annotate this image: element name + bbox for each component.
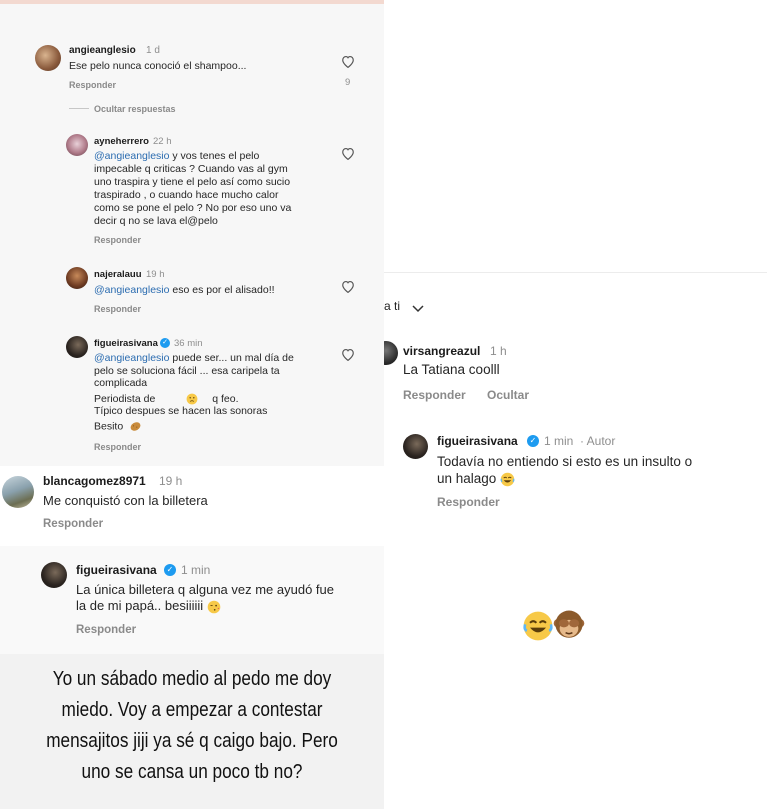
- comment-text: @angieanglesio puede ser... un mal día d…: [94, 352, 294, 432]
- comment-text: Todavía no entiendo si esto es un insult…: [437, 454, 693, 487]
- comment-text: @angieanglesio eso es por el alisado!!: [94, 284, 275, 296]
- avatar[interactable]: [35, 45, 61, 71]
- screenshot-comment-thread: angieanglesio 1 d Ese pelo nunca conoció…: [0, 0, 384, 468]
- blank-area: [384, 0, 767, 272]
- avatar[interactable]: [66, 134, 88, 156]
- avatar[interactable]: [384, 341, 398, 365]
- heart-icon[interactable]: [341, 280, 355, 298]
- comment-text: La Tatiana coolll: [403, 362, 500, 377]
- comment-username[interactable]: figueirasivana: [94, 338, 158, 349]
- mention-link[interactable]: @angieanglesio: [94, 284, 169, 296]
- kiss-emoji: [207, 600, 221, 613]
- heart-icon[interactable]: [341, 55, 355, 73]
- comment-username[interactable]: figueirasivana: [437, 434, 518, 448]
- reply-button[interactable]: Responder: [437, 495, 500, 509]
- laughing-emoji: [500, 472, 515, 487]
- comment-username[interactable]: figueirasivana: [76, 563, 157, 577]
- comment-time: 19 h: [159, 474, 183, 488]
- avatar[interactable]: [66, 267, 88, 289]
- comment-text: Me conquistó con la billetera: [43, 493, 208, 508]
- mention-link[interactable]: @angieanglesio: [94, 150, 169, 162]
- avatar[interactable]: [403, 434, 428, 459]
- verified-icon: ✓: [164, 564, 176, 576]
- top-strip: [0, 0, 384, 4]
- comment-time: 1 h: [490, 344, 507, 358]
- comment-text: La única billetera q alguna vez me ayudó…: [76, 582, 335, 613]
- like-count: 9: [345, 77, 351, 88]
- reply-button[interactable]: Responder: [403, 388, 466, 402]
- reply-button[interactable]: Responder: [94, 235, 141, 245]
- reply-button[interactable]: Responder: [43, 518, 103, 530]
- laughing-emoji: [523, 611, 553, 641]
- comment-time: 1 min: [544, 434, 574, 448]
- story-text-card: Yo un sábado medio al pedo me doy miedo.…: [0, 654, 384, 809]
- comment-time: 19 h: [146, 269, 165, 280]
- comment-username[interactable]: blancagomez8971: [43, 474, 146, 488]
- story-caption: Yo un sábado medio al pedo me doy miedo.…: [46, 668, 338, 783]
- see-no-evil-monkey-emoji: [553, 610, 585, 638]
- verified-icon: ✓: [160, 338, 170, 348]
- reply-button[interactable]: Responder: [69, 80, 116, 90]
- reply-button[interactable]: Responder: [94, 304, 141, 314]
- screenshot-comment-virsan: a ti virsangreazul 1 h La Tatiana coolll…: [384, 272, 767, 542]
- comment-time: 1 d: [146, 45, 160, 56]
- hide-button[interactable]: Ocultar: [487, 388, 529, 402]
- mention-link[interactable]: @angieanglesio: [94, 352, 169, 364]
- comment-text: @angieanglesio y vos tenes el pelo impec…: [94, 150, 292, 227]
- comment-time: 22 h: [153, 136, 172, 147]
- avatar[interactable]: [2, 476, 34, 508]
- divider: [69, 108, 89, 109]
- avatar[interactable]: [41, 562, 67, 588]
- thinking-emoji: [186, 393, 198, 405]
- comment-time: 1 min: [181, 563, 211, 577]
- comment-username[interactable]: angieanglesio: [69, 45, 136, 56]
- avatar[interactable]: [66, 336, 88, 358]
- heart-icon[interactable]: [341, 348, 355, 366]
- chevron-down-icon[interactable]: [412, 301, 424, 319]
- comment-username[interactable]: najeralauu: [94, 269, 142, 280]
- hide-replies-button[interactable]: Ocultar respuestas: [94, 104, 176, 114]
- verified-icon: ✓: [527, 435, 539, 447]
- sort-label[interactable]: a ti: [384, 299, 400, 313]
- screenshot-reply-billetera: figueirasivana ✓ 1 min La única billeter…: [0, 546, 384, 654]
- reply-button[interactable]: Responder: [76, 624, 136, 636]
- heart-icon[interactable]: [341, 147, 355, 165]
- emoji-reaction-area: [384, 542, 767, 809]
- potato-emoji: [130, 421, 141, 431]
- comment-text: Ese pelo nunca conoció el shampoo...: [69, 60, 247, 72]
- comment-username[interactable]: ayneherrero: [94, 136, 149, 147]
- comment-username[interactable]: virsangreazul: [403, 344, 480, 358]
- author-badge: · Autor: [580, 434, 616, 448]
- comment-time: 36 min: [174, 338, 203, 349]
- reply-button[interactable]: Responder: [94, 442, 141, 452]
